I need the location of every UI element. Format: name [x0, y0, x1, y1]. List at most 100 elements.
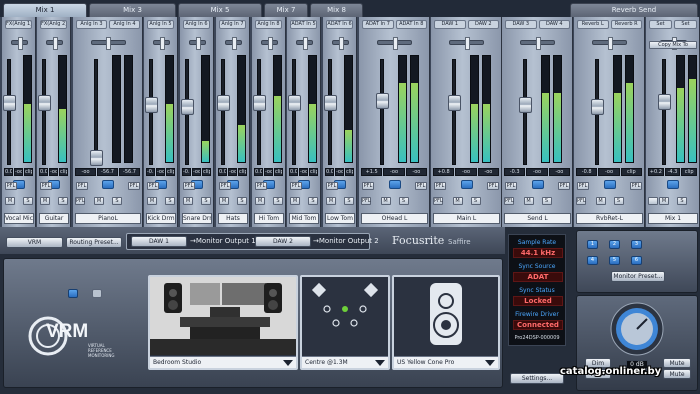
mute-button[interactable]: Mute: [663, 358, 691, 368]
channel-input-label[interactable]: Set: [674, 20, 697, 29]
solo-button[interactable]: S: [677, 197, 687, 205]
pfl-button[interactable]: PFL: [630, 182, 642, 190]
channel-input-label[interactable]: DAW 3: [505, 20, 537, 29]
channel-input-label[interactable]: DAW 2: [467, 20, 499, 29]
stereo-link-button[interactable]: [603, 180, 616, 189]
position-select[interactable]: Centre @1.3M: [302, 356, 388, 368]
solo-button[interactable]: S: [344, 197, 354, 205]
pfl-button[interactable]: PFL: [326, 182, 338, 190]
stereo-link-button[interactable]: [667, 180, 679, 189]
pfl-button[interactable]: PFL: [577, 182, 589, 190]
copy-mix-to-button[interactable]: Copy Mix To: [649, 41, 697, 49]
speaker-1-button[interactable]: 1: [587, 240, 598, 249]
pfl-button[interactable]: PFL: [558, 182, 570, 190]
solo-button[interactable]: S: [165, 197, 175, 205]
pfl-button-left[interactable]: PFL: [504, 197, 514, 205]
pan-slider[interactable]: [188, 37, 206, 50]
channel-input-label[interactable]: Set: [649, 20, 672, 29]
mute-button[interactable]: M: [595, 197, 606, 205]
pan-slider[interactable]: [376, 37, 413, 50]
pfl-button-left[interactable]: PFL: [576, 197, 586, 205]
solo-button[interactable]: S: [398, 197, 409, 205]
pfl-button[interactable]: PFL: [505, 182, 517, 190]
fader-handle[interactable]: [518, 97, 532, 114]
stereo-link-button[interactable]: [531, 180, 544, 189]
speaker-6-button[interactable]: 6: [631, 256, 642, 265]
channel-input-label[interactable]: DAW 4: [538, 20, 570, 29]
channel-input-label[interactable]: Anlg In 3: [76, 20, 107, 29]
channel-input-label[interactable]: ADAT In 6: [326, 20, 353, 29]
vrm-button[interactable]: VRM: [6, 237, 63, 248]
speaker-4-button[interactable]: 4: [587, 256, 598, 265]
channel-input-label[interactable]: Reverb L: [577, 20, 609, 29]
mute-button[interactable]: M: [523, 197, 534, 205]
fader-handle[interactable]: [590, 99, 604, 116]
tab-mix-3[interactable]: Mix 3: [89, 3, 176, 17]
mute-button[interactable]: M: [659, 197, 669, 205]
fader-handle[interactable]: [447, 94, 461, 111]
pan-slider[interactable]: [591, 37, 628, 50]
monitor-volume-knob-icon[interactable]: [607, 299, 667, 359]
fader-handle[interactable]: [375, 92, 389, 109]
stereo-link-button[interactable]: [460, 180, 473, 189]
speaker-2-button[interactable]: 2: [609, 240, 620, 249]
tab-reverb-send[interactable]: Reverb Send: [570, 3, 698, 17]
pfl-button[interactable]: PFL: [255, 182, 267, 190]
pfl-button-left[interactable]: PFL: [361, 197, 371, 205]
speaker-3-button[interactable]: 3: [631, 240, 642, 249]
channel-input-label[interactable]: FX(Anlg 1): [5, 20, 32, 29]
solo-button[interactable]: S: [613, 197, 624, 205]
pfl-button[interactable]: PFL: [415, 182, 427, 190]
pfl-button[interactable]: PFL: [128, 182, 140, 190]
stereo-link-button[interactable]: [388, 180, 401, 189]
channel-input-label[interactable]: ADAT In 5: [290, 20, 317, 29]
pan-slider[interactable]: [224, 37, 242, 50]
pfl-button[interactable]: PFL: [434, 182, 446, 190]
pfl-button[interactable]: PFL: [290, 182, 302, 190]
fader-handle[interactable]: [180, 99, 194, 116]
solo-button[interactable]: S: [308, 197, 318, 205]
monitor-preset-button[interactable]: Monitor Preset...: [611, 271, 665, 282]
fader-handle[interactable]: [89, 150, 103, 167]
routing-preset-button[interactable]: Routing Preset...: [66, 237, 122, 248]
settings-button[interactable]: Settings...: [510, 373, 564, 384]
fader-handle[interactable]: [2, 95, 16, 112]
tab-mix-8[interactable]: Mix 8: [310, 3, 363, 17]
mute-button[interactable]: M: [326, 197, 336, 205]
pan-slider[interactable]: [295, 37, 313, 50]
pan-slider[interactable]: [152, 37, 170, 50]
channel-input-label[interactable]: DAW 1: [434, 20, 466, 29]
fader-handle[interactable]: [216, 95, 230, 112]
pfl-button[interactable]: PFL: [362, 182, 374, 190]
channel-input-label[interactable]: Anlg In 4: [109, 20, 140, 29]
tab-mix-7[interactable]: Mix 7: [264, 3, 308, 17]
solo-button[interactable]: S: [201, 197, 211, 205]
solo-button[interactable]: S: [273, 197, 283, 205]
mute-button[interactable]: M: [5, 197, 15, 205]
channel-input-label[interactable]: ADAT In 8: [395, 20, 427, 29]
mute-button[interactable]: M: [219, 197, 229, 205]
mute-button[interactable]: M: [183, 197, 193, 205]
mute-button[interactable]: M: [452, 197, 463, 205]
channel-input-label[interactable]: Anlg In 7: [219, 20, 246, 29]
pfl-button[interactable]: PFL: [76, 182, 88, 190]
pfl-button-left[interactable]: PFL: [75, 197, 85, 205]
pan-slider[interactable]: [448, 37, 485, 50]
channel-input-label[interactable]: Anlg In 6: [183, 20, 210, 29]
tab-mix-5[interactable]: Mix 5: [178, 3, 262, 17]
speaker-5-button[interactable]: 5: [609, 256, 620, 265]
vrm-bypass-button[interactable]: [92, 289, 102, 298]
fader-handle[interactable]: [323, 95, 337, 112]
pan-slider[interactable]: [90, 37, 126, 50]
pan-slider[interactable]: [45, 37, 63, 50]
pfl-button-left[interactable]: PFL: [433, 197, 443, 205]
room-select[interactable]: Bedroom Studio: [150, 356, 296, 368]
pfl-button[interactable]: PFL: [487, 182, 499, 190]
mute-button[interactable]: M: [380, 197, 391, 205]
stereo-link-button[interactable]: [102, 180, 114, 189]
mute-button[interactable]: M: [147, 197, 157, 205]
solo-button[interactable]: S: [541, 197, 552, 205]
mute-all-button[interactable]: Mute: [663, 369, 691, 379]
pfl-button[interactable]: PFL: [183, 182, 195, 190]
solo-button[interactable]: S: [23, 197, 33, 205]
